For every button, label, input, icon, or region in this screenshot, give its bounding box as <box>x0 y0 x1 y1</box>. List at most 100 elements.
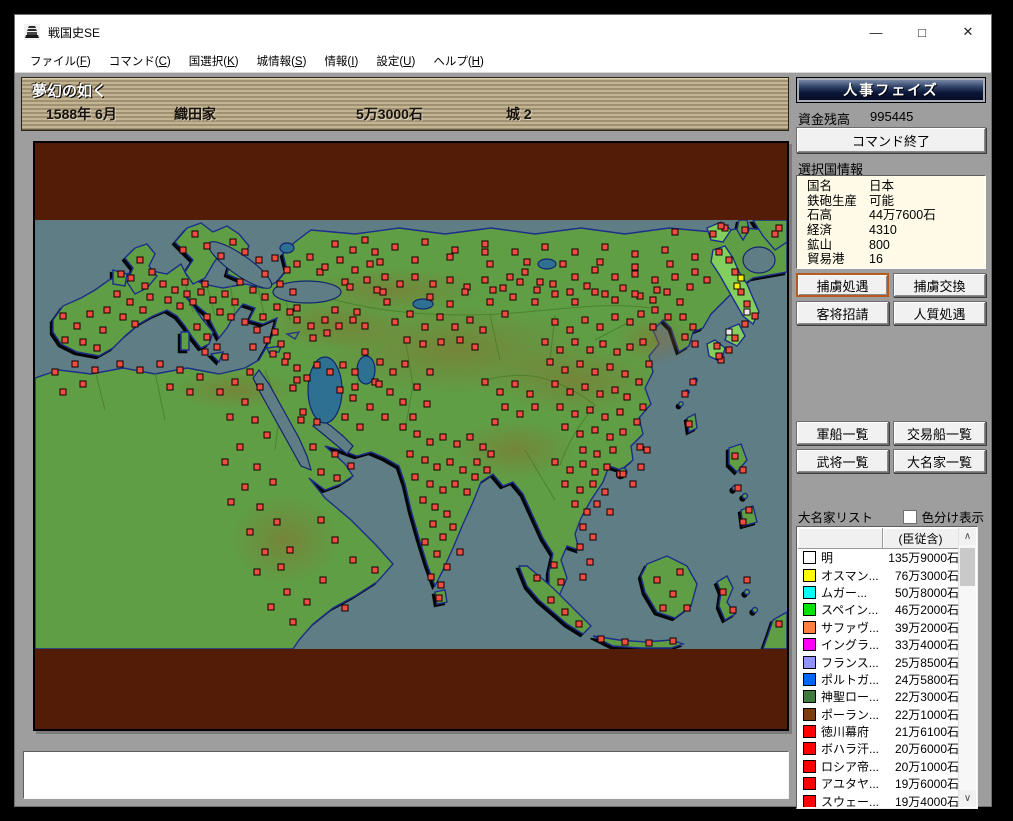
city-marker[interactable] <box>743 300 751 308</box>
city-marker[interactable] <box>691 340 699 348</box>
city-marker[interactable] <box>631 250 639 258</box>
city-marker[interactable] <box>471 343 479 351</box>
city-marker[interactable] <box>386 388 394 396</box>
city-marker[interactable] <box>213 343 221 351</box>
city-marker[interactable] <box>317 516 325 524</box>
city-marker[interactable] <box>293 304 301 312</box>
city-marker[interactable] <box>403 336 411 344</box>
city-marker[interactable] <box>583 508 591 516</box>
city-marker[interactable] <box>566 326 574 334</box>
city-marker[interactable] <box>541 338 549 346</box>
end-command-button[interactable]: コマンド終了 <box>796 127 986 153</box>
city-marker[interactable] <box>127 274 135 282</box>
city-marker[interactable] <box>297 416 305 424</box>
city-marker[interactable] <box>626 343 634 351</box>
city-marker[interactable] <box>341 413 349 421</box>
city-marker[interactable] <box>671 273 679 281</box>
city-marker[interactable] <box>633 418 641 426</box>
city-marker[interactable] <box>126 298 134 306</box>
colorize-checkbox[interactable] <box>903 509 918 524</box>
city-marker[interactable] <box>283 266 291 274</box>
city-marker[interactable] <box>396 280 404 288</box>
city-marker[interactable] <box>216 308 224 316</box>
city-marker[interactable] <box>589 480 597 488</box>
city-marker[interactable] <box>281 358 289 366</box>
city-marker[interactable] <box>166 383 174 391</box>
city-marker[interactable] <box>546 358 554 366</box>
city-marker[interactable] <box>193 323 201 331</box>
city-marker[interactable] <box>613 348 621 356</box>
city-marker[interactable] <box>375 380 383 388</box>
city-marker[interactable] <box>221 458 229 466</box>
city-marker[interactable] <box>217 252 225 260</box>
city-marker[interactable] <box>361 322 369 330</box>
city-marker[interactable] <box>413 430 421 438</box>
city-marker[interactable] <box>676 568 684 576</box>
daimyo-row[interactable]: スペイン... 46万2000石 <box>798 601 959 618</box>
city-marker[interactable] <box>637 310 645 318</box>
scroll-down-icon[interactable]: ∨ <box>959 790 976 807</box>
city-marker[interactable] <box>349 316 357 324</box>
city-marker[interactable] <box>371 248 379 256</box>
city-marker[interactable] <box>411 473 419 481</box>
city-marker[interactable] <box>349 556 357 564</box>
city-marker[interactable] <box>561 423 569 431</box>
city-marker[interactable] <box>593 500 601 508</box>
city-marker[interactable] <box>336 386 344 394</box>
city-marker[interactable] <box>289 288 297 296</box>
city-marker[interactable] <box>273 303 281 311</box>
city-marker[interactable] <box>336 256 344 264</box>
city-marker[interactable] <box>456 548 464 556</box>
city-marker[interactable] <box>429 280 437 288</box>
city-marker[interactable] <box>731 334 739 342</box>
city-marker[interactable] <box>226 413 234 421</box>
city-marker[interactable] <box>241 318 249 326</box>
city-marker[interactable] <box>483 466 491 474</box>
city-marker[interactable] <box>649 296 657 304</box>
city-marker[interactable] <box>596 323 604 331</box>
city-marker[interactable] <box>426 480 434 488</box>
city-marker[interactable] <box>703 276 711 284</box>
city-marker[interactable] <box>576 360 584 368</box>
menu-castle-info[interactable]: 城情報(S) <box>248 50 316 72</box>
daimyo-row[interactable]: ムガー... 50万8000石 <box>798 584 959 601</box>
city-marker[interactable] <box>203 242 211 250</box>
city-marker[interactable] <box>637 463 645 471</box>
city-marker[interactable] <box>629 480 637 488</box>
city-marker[interactable] <box>349 246 357 254</box>
city-marker[interactable] <box>256 383 264 391</box>
city-marker[interactable] <box>413 383 421 391</box>
city-marker[interactable] <box>351 383 359 391</box>
city-marker[interactable] <box>689 323 697 331</box>
city-marker[interactable] <box>181 278 189 286</box>
city-marker[interactable] <box>373 286 381 294</box>
city-marker[interactable] <box>317 468 325 476</box>
city-marker[interactable] <box>471 473 479 481</box>
city-marker[interactable] <box>566 288 574 296</box>
city-marker[interactable] <box>273 518 281 526</box>
city-marker[interactable] <box>621 370 629 378</box>
city-marker[interactable] <box>293 316 301 324</box>
city-marker[interactable] <box>631 290 639 298</box>
city-marker[interactable] <box>516 410 524 418</box>
city-marker[interactable] <box>51 368 59 376</box>
city-marker[interactable] <box>347 462 355 470</box>
city-marker[interactable] <box>269 478 277 486</box>
city-marker[interactable] <box>606 363 614 371</box>
city-marker[interactable] <box>571 248 579 256</box>
city-marker[interactable] <box>559 260 567 268</box>
city-marker[interactable] <box>299 408 307 416</box>
city-marker[interactable] <box>676 298 684 306</box>
city-marker[interactable] <box>309 443 317 451</box>
city-marker[interactable] <box>356 423 364 431</box>
city-marker[interactable] <box>601 290 609 298</box>
city-marker[interactable] <box>551 458 559 466</box>
city-marker[interactable] <box>406 450 414 458</box>
city-marker[interactable] <box>664 313 672 321</box>
city-marker[interactable] <box>451 323 459 331</box>
city-marker[interactable] <box>289 618 297 626</box>
city-marker[interactable] <box>643 446 651 454</box>
city-marker[interactable] <box>506 273 514 281</box>
city-marker[interactable] <box>171 286 179 294</box>
city-marker[interactable] <box>351 368 359 376</box>
